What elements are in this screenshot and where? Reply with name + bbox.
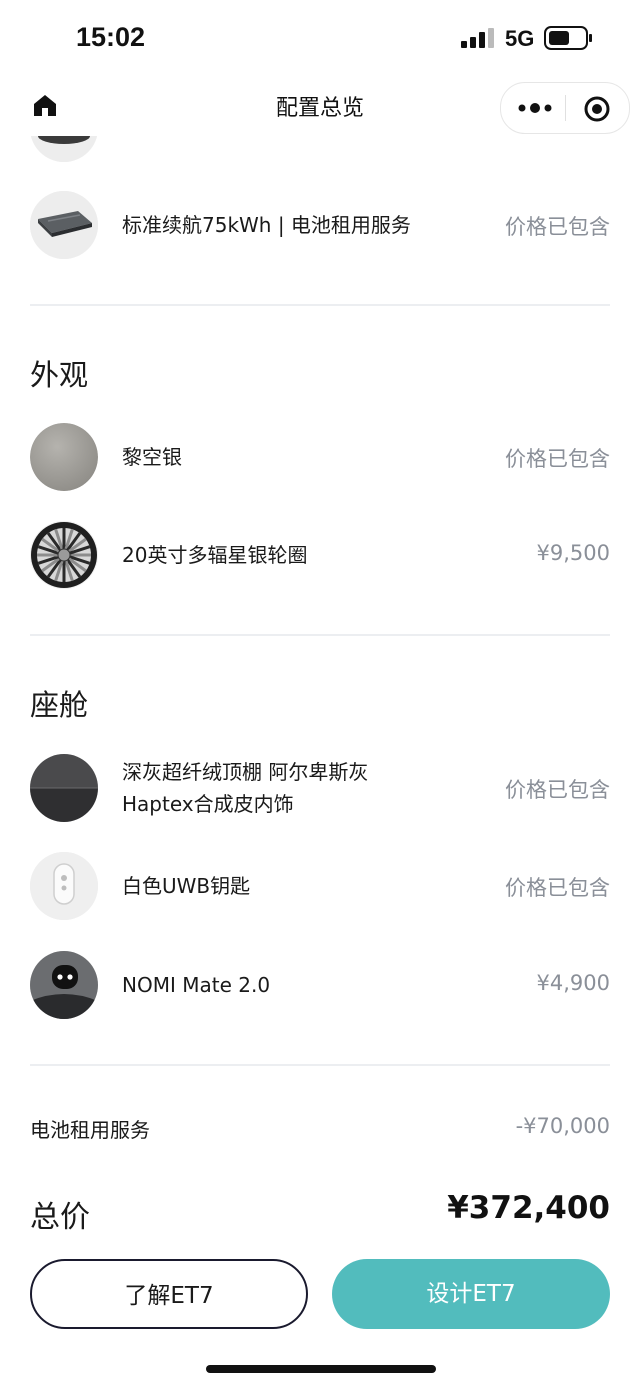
paint-label: 黎空银 xyxy=(122,445,182,469)
config-overview-list[interactable]: 标准续航75kWh | 电池租用服务 价格已包含 外观 黎空银 价格已包含 20… xyxy=(0,136,640,1246)
paint-price: 价格已包含 xyxy=(505,447,610,471)
list-item-nomi: NOMI Mate 2.0 ¥4,900 xyxy=(30,951,610,1021)
close-miniprogram-icon[interactable] xyxy=(583,95,611,123)
home-indicator[interactable] xyxy=(206,1365,436,1373)
interior-label-line2: Haptex合成皮内饰 xyxy=(122,792,294,816)
list-item-paint: 黎空银 价格已包含 xyxy=(30,423,610,493)
key-label: 白色UWB钥匙 xyxy=(122,874,251,898)
nav-bar: 配置总览 xyxy=(0,76,640,136)
nomi-price: ¥4,900 xyxy=(536,971,610,995)
interior-label-line1: 深灰超纤绒顶棚 阿尔卑斯灰 xyxy=(122,760,369,784)
list-item-key: 白色UWB钥匙 价格已包含 xyxy=(30,852,610,922)
signal-icon xyxy=(461,28,494,48)
section-divider xyxy=(30,304,610,306)
battery-service-value: -¥70,000 xyxy=(515,1114,610,1138)
wheel-rim-icon xyxy=(30,521,98,589)
section-title-cabin: 座舱 xyxy=(30,688,89,722)
list-item xyxy=(30,136,610,164)
miniprogram-capsule xyxy=(500,82,630,134)
wheel-price: ¥9,500 xyxy=(536,541,610,565)
list-item-interior: 深灰超纤绒顶棚 阿尔卑斯灰 Haptex合成皮内饰 价格已包含 xyxy=(30,754,610,824)
network-type: 5G xyxy=(505,26,535,51)
nomi-label: NOMI Mate 2.0 xyxy=(122,973,271,997)
total-price: ¥372,400 xyxy=(447,1190,610,1226)
section-divider xyxy=(30,1064,610,1066)
capsule-divider xyxy=(565,95,566,121)
silver-paint-swatch-icon xyxy=(30,423,98,491)
interior-price: 价格已包含 xyxy=(505,778,610,802)
battery-service-label: 电池租用服务 xyxy=(30,1118,150,1142)
interior-swatch-icon xyxy=(30,754,98,822)
uwb-key-icon xyxy=(30,852,98,920)
status-time: 15:02 xyxy=(76,22,146,52)
section-title-exterior: 外观 xyxy=(30,358,89,392)
battery-pack-icon xyxy=(30,191,98,259)
status-bar: 15:02 5G xyxy=(0,0,640,76)
learn-et7-button[interactable]: 了解ET7 xyxy=(30,1259,308,1329)
key-price: 价格已包含 xyxy=(505,876,610,900)
car-thumbnail-icon xyxy=(30,136,98,162)
battery-label: 标准续航75kWh | 电池租用服务 xyxy=(122,213,411,237)
list-item-battery: 标准续航75kWh | 电池租用服务 价格已包含 xyxy=(30,191,610,261)
battery-icon xyxy=(544,26,592,50)
total-label: 总价 xyxy=(30,1200,90,1235)
nomi-robot-icon xyxy=(30,951,98,1019)
list-item-wheel: 20英寸多辐星银轮圈 ¥9,500 xyxy=(30,521,610,591)
more-icon[interactable] xyxy=(515,95,555,121)
section-divider xyxy=(30,634,610,636)
wheel-label: 20英寸多辐星银轮圈 xyxy=(122,543,308,567)
design-et7-button[interactable]: 设计ET7 xyxy=(332,1259,610,1329)
battery-price: 价格已包含 xyxy=(505,215,610,239)
